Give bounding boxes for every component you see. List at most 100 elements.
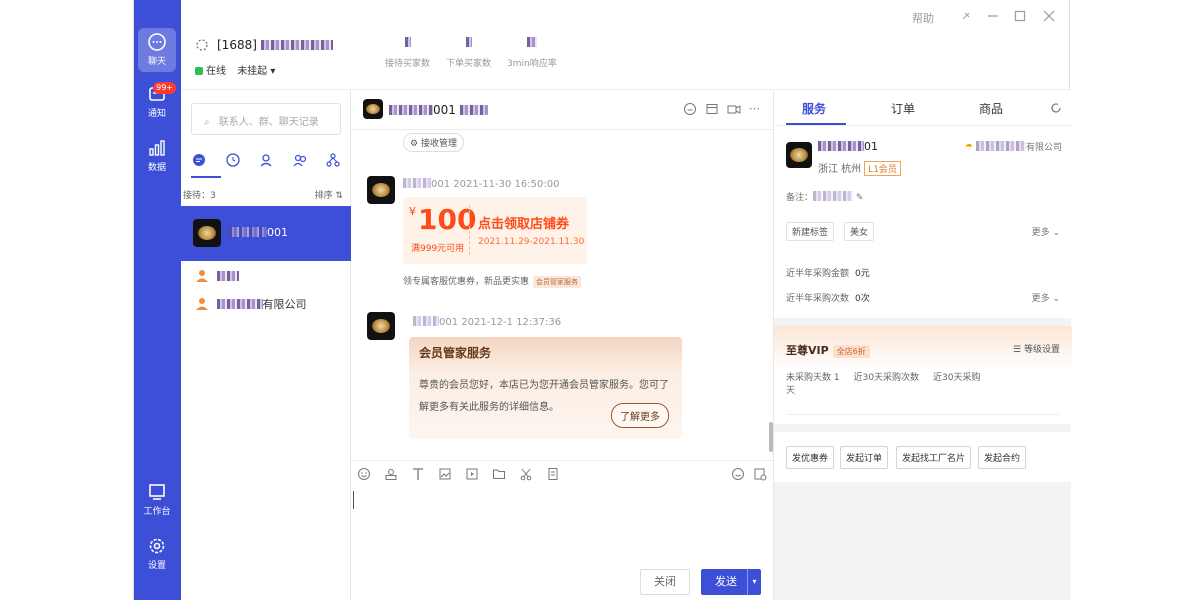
calendar-icon[interactable]	[705, 102, 719, 116]
level-setting-link[interactable]: ☰ 等级设置	[1013, 342, 1060, 355]
stat-30day-amount: 近30天采购	[933, 373, 981, 383]
shop-prefix: [1688]	[217, 38, 257, 52]
text-format-icon[interactable]	[411, 467, 425, 481]
factory-card-button[interactable]: 发起找工厂名片	[896, 446, 972, 469]
smile-reply-icon[interactable]	[731, 467, 745, 481]
scissors-icon[interactable]	[519, 467, 533, 481]
document-icon[interactable]	[546, 467, 560, 481]
loading-spinner-icon	[196, 39, 208, 51]
contact-card-icon[interactable]	[384, 467, 398, 481]
search-input[interactable]: ⌕ 联系人、群、聊天记录	[191, 103, 341, 135]
stat-response: 3min响应率	[507, 36, 557, 69]
stat-received-label: 接待买家数	[385, 59, 431, 69]
purchase-amount-row: 近半年采购金额 0元	[786, 269, 870, 279]
chat-filter-icon[interactable]	[191, 152, 207, 168]
sort-button[interactable]: 排序 ⇅	[315, 188, 343, 201]
quick-phrase-icon[interactable]	[753, 467, 767, 481]
learn-more-button[interactable]: 了解更多	[611, 403, 669, 428]
new-tag-button[interactable]: 新建标签	[786, 222, 835, 241]
tag-chip[interactable]: 美女	[844, 222, 875, 241]
rail-settings[interactable]: 设置	[138, 532, 176, 576]
tab-products[interactable]: 商品	[979, 100, 1003, 117]
video-call-icon[interactable]	[727, 102, 741, 116]
send-options-icon[interactable]: ▾	[747, 569, 761, 595]
emoji-icon[interactable]	[357, 467, 371, 481]
more-tags-link[interactable]: 更多 ⌄	[1032, 225, 1060, 238]
contact-item[interactable]: 有限公司	[195, 296, 307, 312]
coupon-divider	[469, 205, 470, 255]
group-filter-icon[interactable]	[292, 152, 308, 168]
buyer-location: 浙江 杭州 L1会员	[818, 160, 901, 176]
stat-days-not-purchased: 未采购天数 1	[786, 373, 840, 383]
hangup-dropdown[interactable]: 未挂起 ▾	[237, 66, 275, 77]
chat-title: 001	[389, 103, 488, 117]
nav-rail: 聊天 99+ 通知 数据 工作台 设置	[134, 0, 181, 600]
receive-management-button[interactable]: ⚙ 接收管理	[403, 133, 464, 152]
rail-workbench[interactable]: 工作台	[138, 478, 176, 522]
buyer-icon	[196, 270, 208, 282]
vip-service-card: 会员管家服务 尊贵的会员您好，本店已为您开通会员管家服务。您可了解更多有关此服务…	[409, 337, 682, 439]
message-meta: 001 2021-11-30 16:50:00	[403, 178, 559, 190]
top-header: [1688] 在线 未挂起 ▾ 接待买家数 下单买家数 3min响应率 帮助	[181, 0, 1071, 90]
stat-ordered-label: 下单买家数	[446, 59, 492, 69]
text-caret[interactable]	[353, 491, 354, 509]
person-filter-icon[interactable]	[258, 152, 274, 168]
tab-service[interactable]: 服务	[802, 100, 826, 117]
contact-filters	[191, 152, 341, 172]
shop-name: [1688]	[217, 38, 333, 52]
contact-item-active[interactable]: 001	[181, 206, 351, 261]
more-icon[interactable]: ⋯	[749, 102, 763, 116]
image-icon[interactable]	[438, 467, 452, 481]
stat-day-unit: 天	[786, 386, 796, 396]
contact-item[interactable]	[195, 268, 239, 283]
stat-received: 接待买家数	[385, 36, 430, 69]
avatar	[193, 219, 221, 247]
minimize-icon[interactable]	[987, 10, 999, 22]
emoji-status-icon[interactable]	[683, 102, 697, 116]
network-filter-icon[interactable]	[325, 152, 341, 168]
pin-icon[interactable]	[960, 10, 972, 22]
rail-notify[interactable]: 99+ 通知	[138, 80, 176, 124]
help-link[interactable]: 帮助	[912, 10, 934, 26]
buyer-info: 01 浙江 杭州 L1会员 ☂ 有限公司 备注： ✎ 新建标签 美女 更多 ⌄ 近…	[774, 126, 1072, 318]
coupon-condition: 满999元可用	[411, 244, 465, 254]
status-row: 在线 未挂起 ▾	[195, 62, 275, 77]
vip-card-title: 会员管家服务	[419, 346, 492, 360]
maximize-icon[interactable]	[1014, 10, 1026, 22]
tab-orders[interactable]: 订单	[891, 100, 915, 117]
contact-company: 有限公司	[262, 298, 307, 311]
video-icon[interactable]	[465, 467, 479, 481]
chat-tools: ⋯	[683, 102, 763, 116]
stat-received-value	[385, 36, 430, 56]
buyer-avatar	[786, 142, 812, 168]
rail-settings-label: 设置	[147, 561, 166, 571]
more-stats-link[interactable]: 更多 ⌄	[1032, 291, 1060, 304]
vip-title: 至尊VIP 全店6折	[786, 342, 870, 358]
coupon-amount: ¥100	[409, 203, 477, 236]
send-button[interactable]: 发送 ▾	[701, 569, 761, 595]
send-coupon-button[interactable]: 发优惠券	[786, 446, 835, 469]
coupon-note: 领专属客服优惠券，新品更实惠 会员管家服务	[403, 274, 582, 288]
buyer-note[interactable]: 备注： ✎	[786, 190, 863, 203]
chat-panel: 001 ⋯ ⚙ 接收管理 001 2021-11-30 16:50:00 ¥10…	[351, 90, 773, 600]
rail-data[interactable]: 数据	[138, 134, 176, 178]
create-contract-button[interactable]: 发起合约	[978, 446, 1027, 469]
clock-filter-icon[interactable]	[225, 152, 241, 168]
refresh-icon[interactable]	[1050, 102, 1062, 114]
close-button[interactable]: 关闭	[640, 569, 690, 595]
filter-active-indicator	[191, 176, 221, 178]
chat-bubble-icon	[148, 33, 166, 51]
rail-notify-label: 通知	[147, 109, 166, 119]
online-check-icon	[195, 67, 203, 75]
coupon-card[interactable]: ¥100 满999元可用 点击领取店铺券 2021.11.29-2021.11.…	[403, 197, 587, 264]
coupon-title: 点击领取店铺券	[478, 217, 570, 232]
buyer-name: 01	[818, 140, 878, 153]
create-order-button[interactable]: 发起订单	[840, 446, 889, 469]
notify-badge: 99+	[153, 82, 176, 94]
vip-discount-badge: 全店6折	[832, 345, 870, 358]
rail-chat[interactable]: 聊天	[138, 28, 176, 72]
folder-icon[interactable]	[492, 467, 506, 481]
close-window-icon[interactable]	[1043, 10, 1055, 22]
search-placeholder: 联系人、群、聊天记录	[218, 117, 319, 128]
compose-right-tools	[731, 467, 767, 481]
